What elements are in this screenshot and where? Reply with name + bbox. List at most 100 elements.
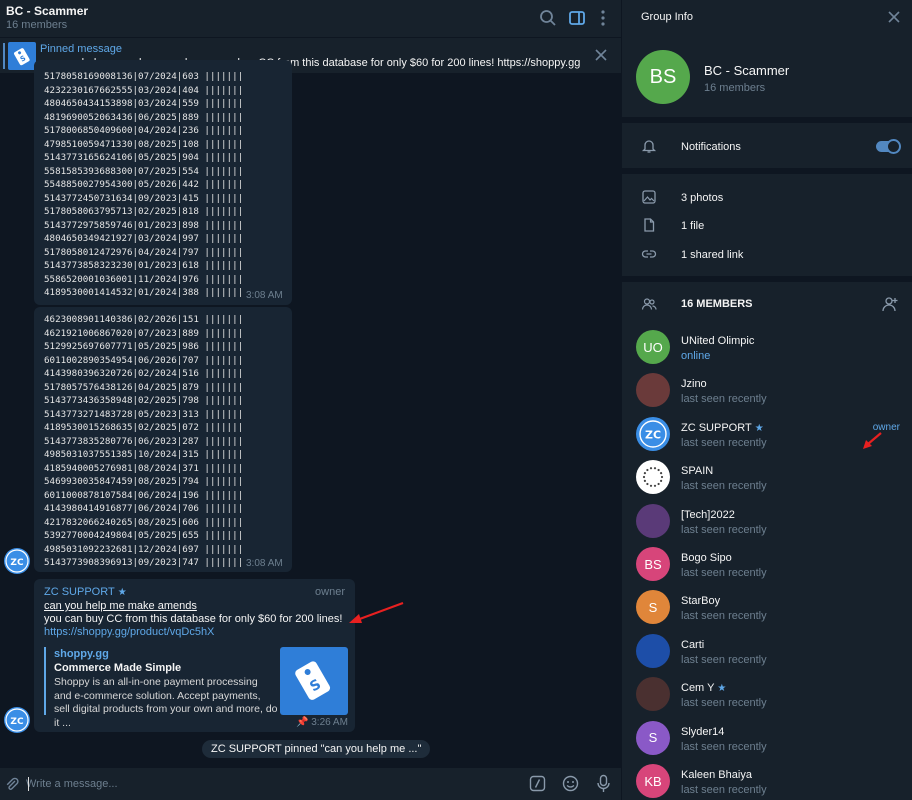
member-name-text: StarBoy <box>681 595 721 608</box>
bot-commands-icon[interactable] <box>529 775 546 792</box>
member-row[interactable]: S StarBoy last seen recently <box>622 590 912 633</box>
sidebar-toggle-icon[interactable] <box>567 8 587 28</box>
message-line: 5143772975859746|01/2023|898 ||||||| <box>44 219 244 231</box>
message-line: 5469930035847459|08/2025|794 ||||||| <box>44 476 244 487</box>
member-row[interactable]: Jzino last seen recently <box>622 373 912 416</box>
file-icon <box>644 218 655 232</box>
member-name: Bogo Sipo <box>681 552 732 564</box>
time-text: 3:26 AM <box>311 717 348 728</box>
photo-icon <box>642 190 656 204</box>
member-row[interactable]: [Tech]2022 last seen recently <box>622 503 912 547</box>
group-member-count: 16 members <box>704 82 766 94</box>
notifications-toggle[interactable] <box>876 139 901 154</box>
message-bubble[interactable]: 4623008901140386|02/2026|151 ||||||| 4621… <box>34 307 292 572</box>
message-text: 4623008901140386|02/2026|151 ||||||| 4621… <box>44 313 243 570</box>
member-status: last seen recently <box>681 784 767 796</box>
avatar[interactable] <box>636 677 670 712</box>
member-name-text: Carti <box>681 638 705 651</box>
message-line: 4804650349421927|03/2024|997 ||||||| <box>44 233 244 244</box>
avatar[interactable]: S <box>636 720 670 755</box>
message-input[interactable] <box>26 774 506 794</box>
message-line: 4985031092232681|12/2024|697 ||||||| <box>44 543 244 555</box>
notifications-label[interactable]: Notifications <box>681 141 741 153</box>
message-line: 4143980396320726|02/2024|516 ||||||| <box>44 368 244 379</box>
member-name: Kaleen Bhaiya <box>681 769 752 781</box>
author-name[interactable]: ZC SUPPORT <box>44 586 115 598</box>
attach-icon[interactable] <box>4 776 20 792</box>
link-icon <box>641 250 657 258</box>
message-line: 5548850027954300|05/2026|442 ||||||| <box>44 179 244 190</box>
member-row[interactable]: Cem Y ★ last seen recently <box>622 677 912 720</box>
avatar[interactable]: UO <box>636 330 670 364</box>
close-icon[interactable] <box>886 9 902 25</box>
member-name-text: Slyder14 <box>681 725 725 738</box>
zc-logo-icon: ZC <box>639 420 667 448</box>
avatar[interactable] <box>636 460 670 495</box>
avatar[interactable] <box>636 503 670 538</box>
member-name-text: Kaleen Bhaiya <box>681 769 752 781</box>
member-status: last seen recently <box>681 653 767 666</box>
message-line: 6011002890354954|06/2026|707 ||||||| <box>44 354 244 366</box>
preview-image[interactable]: S <box>280 647 348 715</box>
more-options-icon[interactable] <box>593 8 613 28</box>
member-row[interactable]: UO UNited Olimpic online <box>622 330 912 373</box>
emoji-icon[interactable] <box>562 775 579 792</box>
member-row[interactable]: S Slyder14 last seen recently <box>622 720 912 764</box>
member-status: last seen recently <box>681 567 767 579</box>
message-link[interactable]: https://shoppy.gg/product/vqDc5hX <box>44 626 214 638</box>
message-line: 4189530001414532|01/2024|388 ||||||| <box>44 287 244 298</box>
photos-link[interactable]: 3 photos <box>681 192 723 204</box>
member-name-text: Bogo Sipo <box>681 552 732 564</box>
message-line: 5143773858323230|01/2023|618 ||||||| <box>44 260 244 271</box>
chat-title[interactable]: BC - Scammer <box>6 4 88 18</box>
group-info-panel: Group Info BS BC - Scammer 16 members No… <box>621 0 912 800</box>
zc-logo-icon: ZC <box>5 708 29 732</box>
member-row[interactable]: SPAIN last seen recently <box>622 460 912 503</box>
message-line: 5178057576438126|04/2025|879 ||||||| <box>44 381 244 393</box>
member-name-text: Cem Y <box>681 682 715 695</box>
message-line: 6011000878107584|06/2024|196 ||||||| <box>44 489 244 501</box>
microphone-icon[interactable] <box>595 774 612 793</box>
message-author[interactable]: ZC SUPPORT ★ <box>44 586 127 598</box>
message-bubble[interactable]: 5178058169008136|07/2024|603 ||||||| 4232… <box>34 60 292 305</box>
member-name-text: Jzino <box>681 378 707 391</box>
message-reply-quote[interactable]: can you help me make amends <box>44 600 197 612</box>
avatar[interactable] <box>636 373 670 408</box>
member-row[interactable]: KB Kaleen Bhaiya last seen recently <box>622 764 912 800</box>
dots-ring-icon <box>642 467 664 488</box>
link-preview[interactable]: shoppy.gg Commerce Made Simple Shoppy is… <box>44 647 348 729</box>
member-status: last seen recently <box>681 393 767 406</box>
avatar[interactable]: KB <box>636 764 670 798</box>
bell-icon <box>641 140 657 153</box>
zc-logo-icon: ZC <box>5 549 29 573</box>
member-status: last seen recently <box>681 436 767 449</box>
search-icon[interactable] <box>538 8 558 28</box>
add-member-icon[interactable] <box>881 295 899 313</box>
avatar[interactable]: BS <box>636 547 670 581</box>
message-line: 4819690052063436|06/2025|889 ||||||| <box>44 111 244 123</box>
avatar[interactable]: ZC <box>636 416 670 451</box>
avatar[interactable]: ZC <box>4 548 30 574</box>
member-row[interactable]: BS Bogo Sipo last seen recently <box>622 547 912 590</box>
member-status: last seen recently <box>681 697 767 710</box>
annotation-arrow <box>349 601 404 623</box>
member-name: ZC SUPPORT ★ <box>681 422 764 434</box>
avatar[interactable] <box>636 633 670 668</box>
member-row[interactable]: Carti last seen recently <box>622 633 912 677</box>
message-line: 4985031037551385|10/2024|315 ||||||| <box>44 449 244 460</box>
avatar[interactable]: ZC <box>4 707 30 733</box>
message-line: 4623008901140386|02/2026|151 ||||||| <box>44 314 244 325</box>
message-composer <box>0 768 621 800</box>
service-message[interactable]: ZC SUPPORT pinned "can you help me ..." <box>202 740 431 758</box>
avatar[interactable]: S <box>636 590 670 625</box>
group-avatar[interactable]: BS <box>636 50 690 104</box>
toggle-knob <box>886 139 901 154</box>
files-link[interactable]: 1 file <box>681 220 704 232</box>
chat-header[interactable]: BC - Scammer 16 members <box>0 0 621 37</box>
message-bubble[interactable]: ZC SUPPORT ★ owner can you help me make a… <box>34 579 355 732</box>
message-line: 5143772450731634|09/2023|415 ||||||| <box>44 192 244 204</box>
message-line: 5178006850409600|04/2024|236 ||||||| <box>44 125 244 136</box>
member-name: Jzino <box>681 378 707 390</box>
member-name: Slyder14 <box>681 726 724 738</box>
shared-links-link[interactable]: 1 shared link <box>681 249 743 261</box>
